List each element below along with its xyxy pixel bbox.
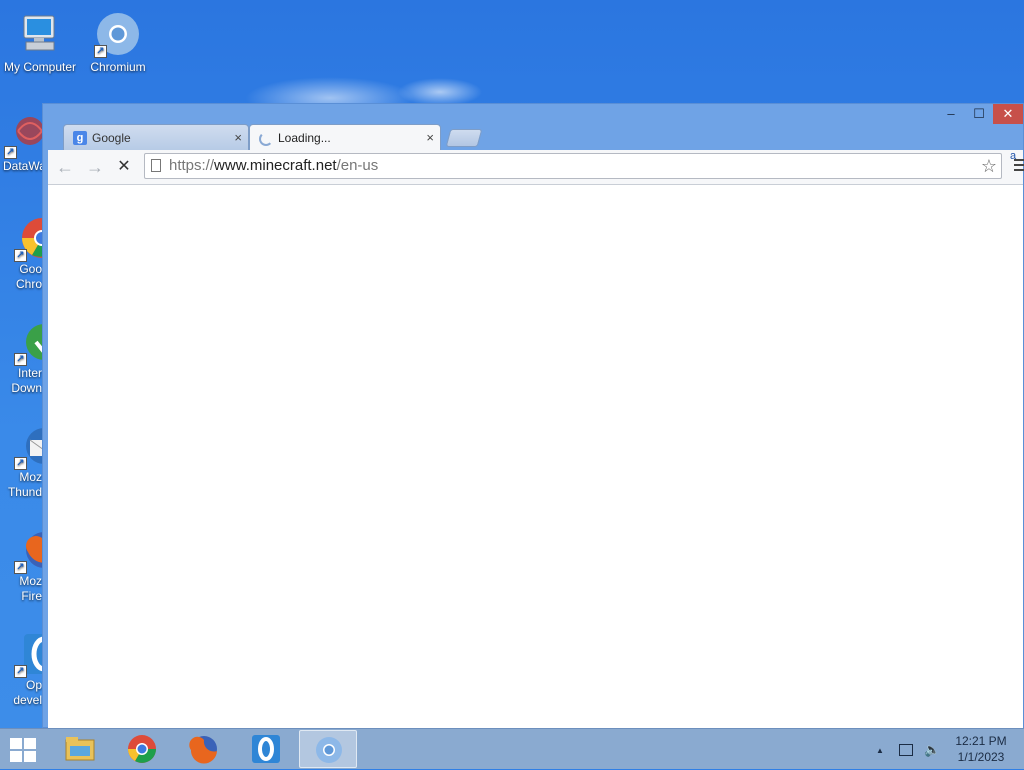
firefox-icon: ↗	[12, 528, 46, 574]
browser-toolbar: ← → ✕ https://www.minecraft.net/en-us ☆ …	[48, 150, 1024, 185]
opera-icon	[250, 734, 282, 764]
shortcut-arrow-icon: ↗	[4, 146, 17, 159]
icon-label: Goo Chro	[15, 262, 42, 291]
opera-icon: ↗	[12, 632, 46, 678]
page-content[interactable]	[48, 185, 1023, 728]
url-text: https://www.minecraft.net/en-us	[169, 157, 379, 174]
desktop-icon-internet-download[interactable]: ↗ Inter Down	[0, 320, 46, 396]
chrome-icon: ↗	[12, 216, 46, 262]
tab-title: Loading...	[278, 131, 331, 145]
desktop-icon-mozilla-thunderbird[interactable]: ↗ Moz Thund	[0, 424, 46, 500]
desktop-icon-my-computer[interactable]: My Computer	[0, 10, 80, 75]
shortcut-arrow-icon: ↗	[94, 45, 107, 58]
download-manager-icon: ↗	[12, 320, 46, 366]
taskbar-chrome[interactable]	[113, 730, 171, 768]
clock-time: 12:21 PM	[955, 734, 1007, 748]
icon-label: Chromium	[90, 60, 146, 74]
clock[interactable]: 12:21 PM 1/1/2023	[946, 733, 1016, 765]
browser-window: – ☐ ✕ g Google × Loading... × ← → ✕ http…	[42, 103, 1024, 728]
tab-loading[interactable]: Loading... ×	[249, 124, 441, 150]
forward-button[interactable]: →	[84, 156, 106, 178]
stop-button[interactable]: ✕	[113, 156, 135, 178]
desktop-icon-datawave[interactable]: ↗ DataWa	[0, 113, 46, 174]
shortcut-arrow-icon: ↗	[14, 457, 27, 470]
computer-icon	[16, 10, 64, 58]
bookmark-star-icon[interactable]: ☆	[981, 154, 997, 178]
taskbar: ▲ 🔈 12:21 PM 1/1/2023	[0, 728, 1024, 769]
maximize-button[interactable]: ☐	[965, 104, 993, 124]
google-favicon-icon: g	[73, 131, 87, 145]
new-tab-button[interactable]	[445, 129, 483, 147]
taskbar-chromium[interactable]	[299, 730, 357, 768]
tab-title: Google	[92, 131, 131, 145]
desktop-icon-mozilla-firefox[interactable]: ↗ Moz Fire	[0, 528, 46, 604]
system-tray: ▲ 🔈	[876, 742, 940, 758]
icon-label: Inter Down	[11, 366, 42, 395]
thunderbird-icon: ↗	[12, 424, 46, 470]
address-bar[interactable]: https://www.minecraft.net/en-us ☆	[144, 153, 1002, 179]
icon-label: Moz Thund	[7, 470, 42, 499]
chrome-icon	[126, 734, 158, 764]
tab-close-button[interactable]: ×	[234, 125, 242, 151]
page-icon	[151, 159, 161, 172]
minimize-button[interactable]: –	[937, 104, 965, 124]
shortcut-arrow-icon: ↗	[14, 353, 27, 366]
icon-label: My Computer	[3, 60, 77, 74]
tab-close-button[interactable]: ×	[426, 125, 434, 151]
shortcut-arrow-icon: ↗	[14, 561, 27, 574]
firefox-icon	[188, 734, 220, 764]
start-button[interactable]	[10, 738, 38, 762]
desktop-icon-opera-developer[interactable]: ↗ Op devel	[0, 632, 46, 708]
file-explorer-icon	[64, 734, 96, 764]
chromium-icon	[313, 735, 345, 765]
taskbar-firefox[interactable]	[175, 730, 233, 768]
taskbar-file-explorer[interactable]	[51, 730, 109, 768]
shortcut-arrow-icon: ↗	[14, 665, 27, 678]
desktop-icon-chromium[interactable]: ↗ Chromium	[76, 10, 160, 75]
tab-strip: g Google × Loading... ×	[51, 124, 1024, 150]
icon-label: DataWa	[3, 159, 46, 173]
back-button[interactable]: ←	[54, 156, 76, 178]
icon-label: Moz Fire	[19, 574, 42, 603]
network-icon[interactable]	[898, 744, 913, 756]
menu-icon[interactable]	[1014, 159, 1024, 174]
desktop-icon-google-chrome[interactable]: ↗ Goo Chro	[0, 216, 46, 292]
datawave-icon: ↗	[2, 113, 46, 159]
taskbar-opera[interactable]	[237, 730, 295, 768]
window-controls: – ☐ ✕	[937, 104, 1023, 126]
chromium-icon: ↗	[94, 10, 142, 58]
icon-label: Op devel	[13, 678, 42, 707]
loading-spinner-icon	[259, 132, 273, 146]
close-window-button[interactable]: ✕	[993, 104, 1023, 124]
clock-date: 1/1/2023	[957, 750, 1005, 764]
show-hidden-icons-button[interactable]: ▲	[876, 746, 884, 755]
volume-icon[interactable]: 🔈	[924, 742, 940, 757]
tab-google[interactable]: g Google ×	[63, 124, 249, 150]
shortcut-arrow-icon: ↗	[14, 249, 27, 262]
